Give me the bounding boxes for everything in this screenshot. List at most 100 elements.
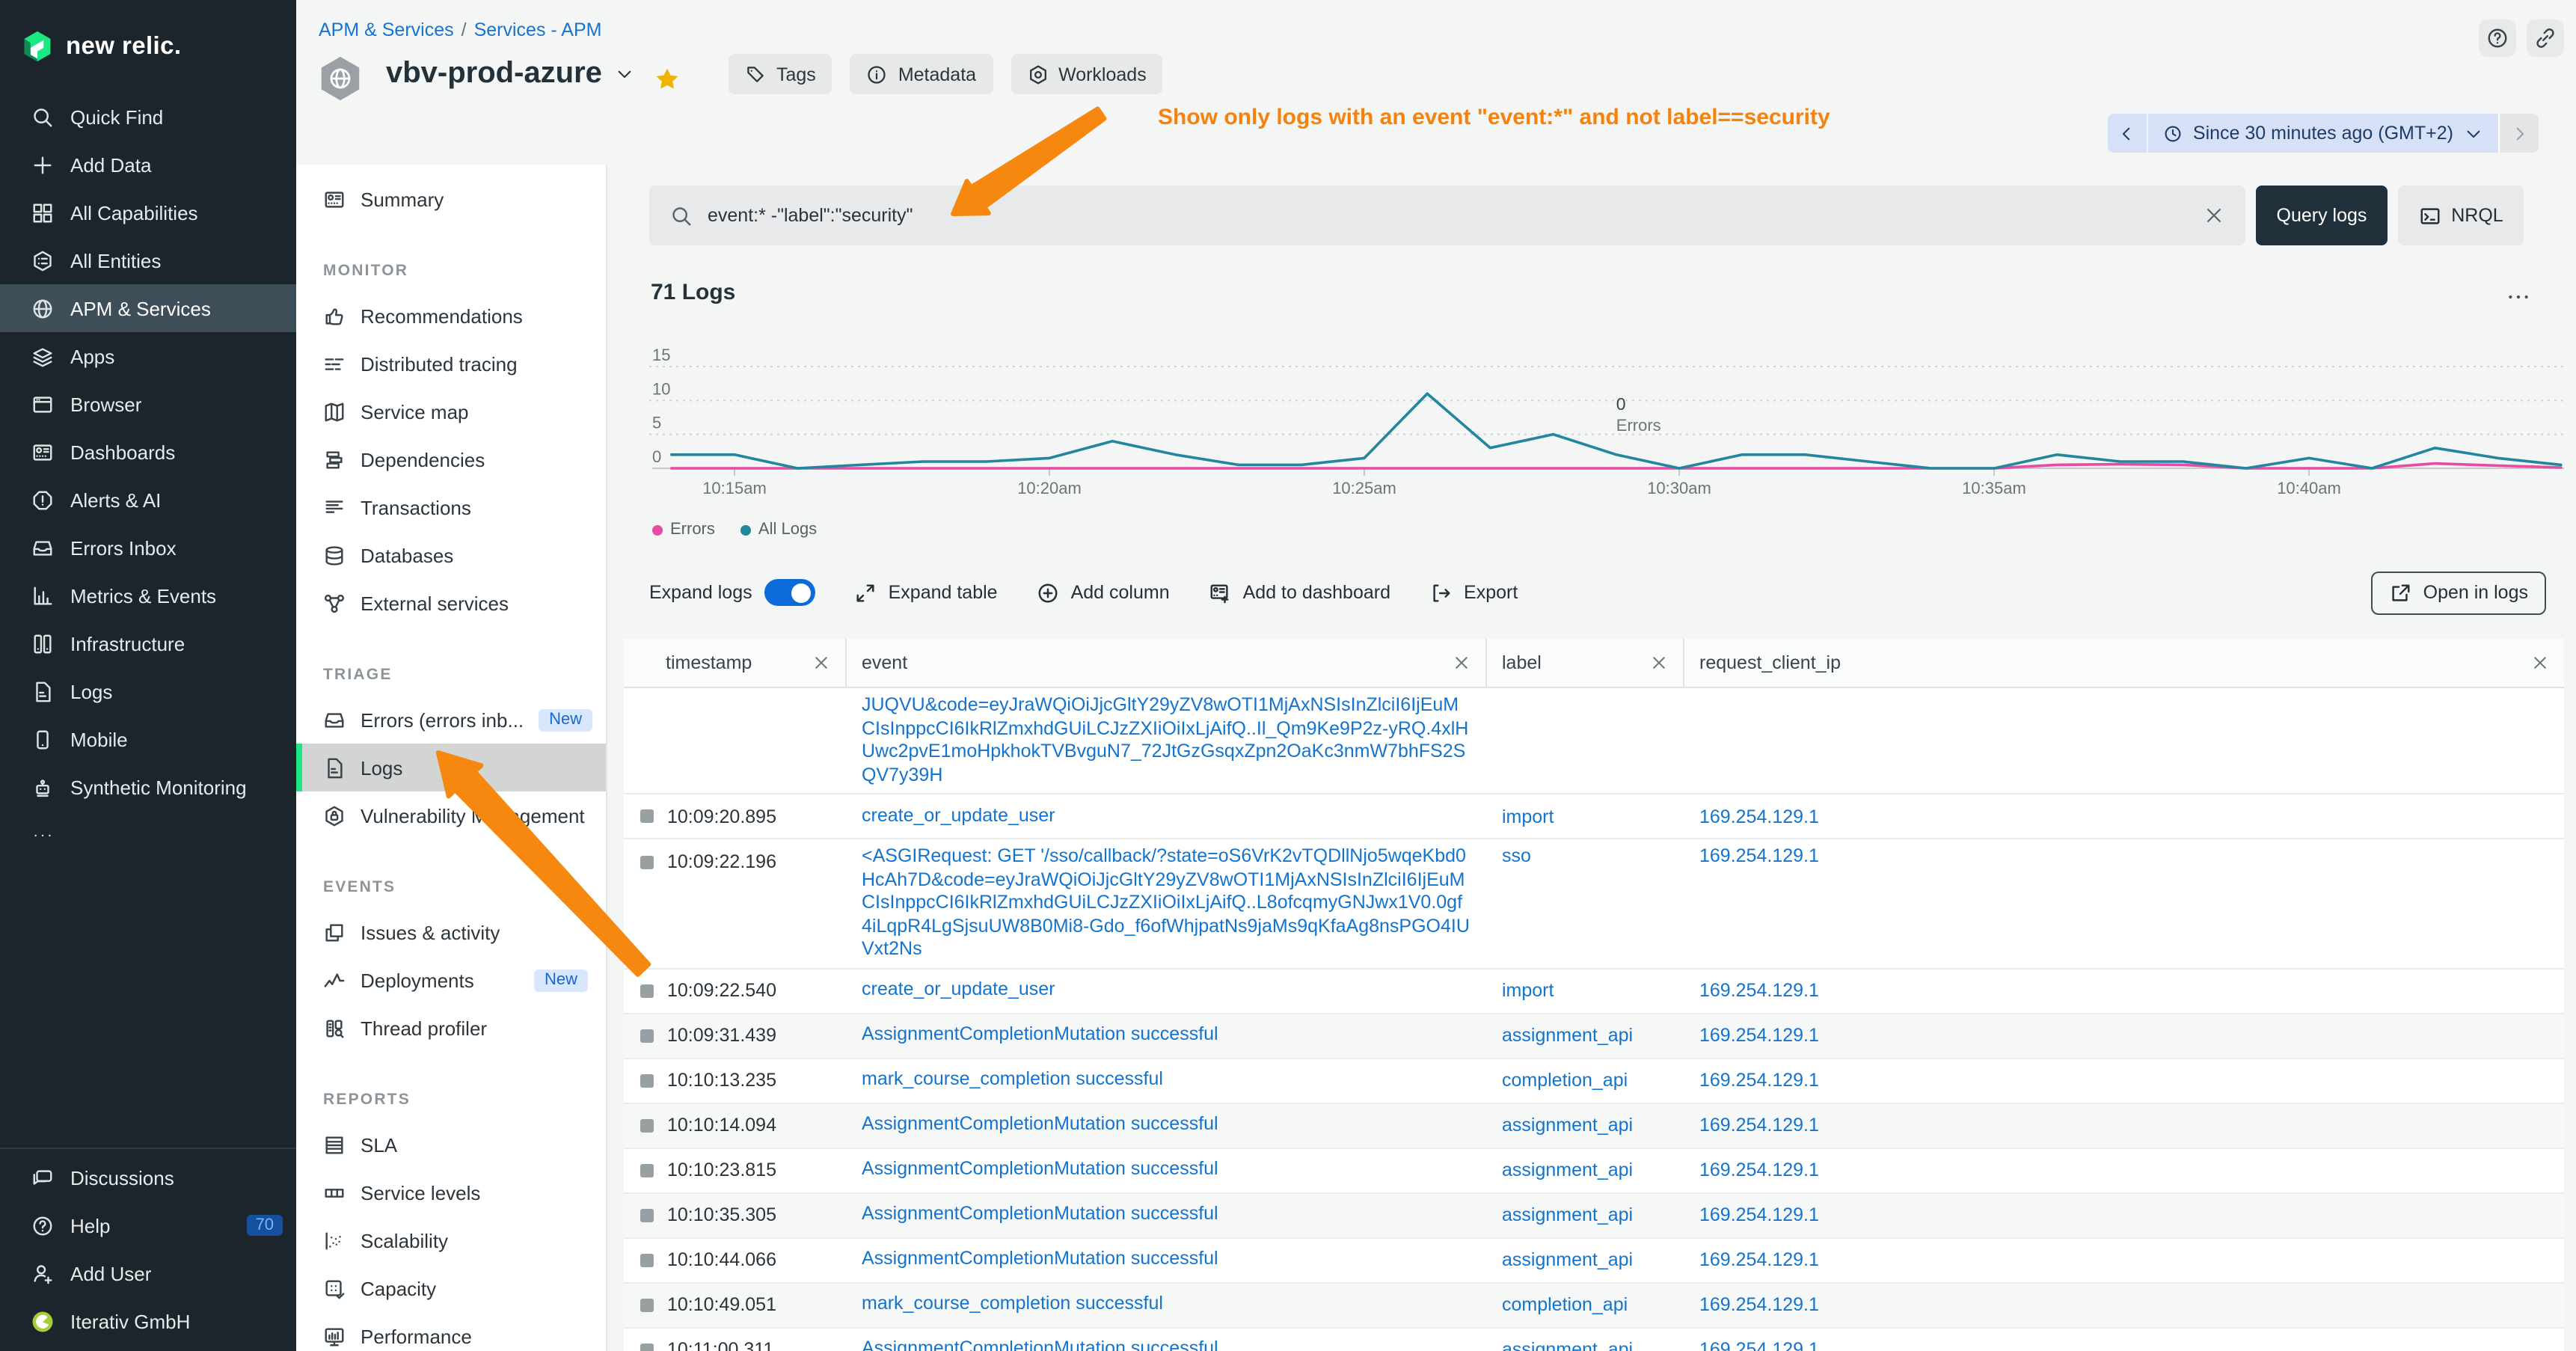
label-link[interactable]: import [1502, 980, 1554, 1001]
sidebar-item-logs[interactable]: Logs [0, 667, 296, 715]
subnav-item-sla[interactable]: SLA [296, 1121, 606, 1168]
time-range-button[interactable]: Since 30 minutes ago (GMT+2) [2148, 114, 2500, 153]
time-back-button[interactable] [2108, 114, 2148, 153]
ip-link[interactable]: 169.254.129.1 [1699, 1249, 1819, 1270]
label-link[interactable]: assignment_api [1502, 1159, 1633, 1180]
ip-link[interactable]: 169.254.129.1 [1699, 806, 1819, 827]
sidebar-item-all-entities[interactable]: All Entities [0, 236, 296, 284]
nrql-button[interactable]: NRQL [2398, 186, 2524, 245]
toggle-on-icon[interactable] [764, 579, 815, 606]
breadcrumb-apm-services[interactable]: APM & Services [319, 19, 454, 40]
label-link[interactable]: assignment_api [1502, 1025, 1633, 1046]
subnav-item-vulnerability-management[interactable]: Vulnerability Management [296, 791, 606, 839]
sidebar-item-apps[interactable]: Apps [0, 332, 296, 380]
event-link[interactable]: mark_course_completion successful [862, 1069, 1163, 1090]
subnav-item-dependencies[interactable]: Dependencies [296, 435, 606, 483]
entity-title[interactable]: vbv-prod-azure [386, 57, 635, 91]
label-link[interactable]: completion_api [1502, 1070, 1628, 1091]
ip-link[interactable]: 169.254.129.1 [1699, 1159, 1819, 1180]
event-link[interactable]: mark_course_completion successful [862, 1293, 1163, 1314]
subnav-item-summary[interactable]: Summary [296, 175, 606, 223]
sidebar-item-more[interactable] [0, 811, 296, 859]
sidebar-item-infrastructure[interactable]: Infrastructure [0, 619, 296, 667]
new-relic-logo[interactable]: new relic. [0, 0, 296, 93]
sidebar-item-help[interactable]: Help70 [0, 1201, 296, 1249]
subnav-item-recommendations[interactable]: Recommendations [296, 292, 606, 340]
subnav-item-service-map[interactable]: Service map [296, 387, 606, 435]
remove-column-icon[interactable] [812, 654, 830, 672]
subnav-item-service-levels[interactable]: Service levels [296, 1168, 606, 1216]
sidebar-item-alerts-ai[interactable]: Alerts & AI [0, 476, 296, 524]
open-in-logs-button[interactable]: Open in logs [2371, 571, 2546, 614]
subnav-item-scalability[interactable]: Scalability [296, 1216, 606, 1264]
subnav-item-capacity[interactable]: Capacity [296, 1264, 606, 1312]
sidebar-item-synthetic-monitoring[interactable]: Synthetic Monitoring [0, 763, 296, 811]
sidebar-item-discussions[interactable]: Discussions [0, 1154, 296, 1201]
event-link[interactable]: AssignmentCompletionMutation successful [862, 1338, 1218, 1351]
sidebar-item-add-data[interactable]: Add Data [0, 141, 296, 189]
log-row[interactable]: 10:10:35.305AssignmentCompletionMutation… [624, 1193, 2564, 1238]
workloads-button[interactable]: Workloads [1011, 54, 1163, 94]
subnav-item-external-services[interactable]: External services [296, 579, 606, 627]
sidebar-item-iterativ-gmbh[interactable]: Iterativ GmbH [0, 1297, 296, 1345]
label-link[interactable]: import [1502, 806, 1554, 827]
label-link[interactable]: assignment_api [1502, 1249, 1633, 1270]
log-row[interactable]: 10:10:13.235mark_course_completion succe… [624, 1059, 2564, 1103]
event-link[interactable]: create_or_update_user [862, 979, 1055, 1000]
log-row[interactable]: JUQVU&code=eyJraWQiOiJjcGltY29yZV8wOTI1M… [624, 688, 2564, 794]
ip-link[interactable]: 169.254.129.1 [1699, 980, 1819, 1001]
sidebar-item-errors-inbox[interactable]: Errors Inbox [0, 524, 296, 572]
time-forward-button[interactable] [2500, 114, 2539, 153]
subnav-item-distributed-tracing[interactable]: Distributed tracing [296, 340, 606, 387]
label-link[interactable]: assignment_api [1502, 1204, 1633, 1225]
expand-logs-toggle[interactable]: Expand logs [649, 579, 815, 606]
event-link[interactable]: create_or_update_user [862, 805, 1055, 826]
event-link[interactable]: AssignmentCompletionMutation successful [862, 1204, 1218, 1225]
log-row[interactable]: 10:10:14.094AssignmentCompletionMutation… [624, 1103, 2564, 1148]
log-row[interactable]: 10:09:22.196<ASGIRequest: GET '/sso/call… [624, 839, 2564, 969]
sidebar-item-apm-services[interactable]: APM & Services [0, 284, 296, 332]
event-link[interactable]: JUQVU&code=eyJraWQiOiJjcGltY29yZV8wOTI1M… [862, 694, 1468, 785]
tags-button[interactable]: Tags [729, 54, 832, 94]
subnav-item-errors-errors-inb[interactable]: Errors (errors inb...New [296, 696, 606, 744]
remove-column-icon[interactable] [2531, 654, 2549, 672]
log-row[interactable]: 10:10:44.066AssignmentCompletionMutation… [624, 1238, 2564, 1283]
ip-link[interactable]: 169.254.129.1 [1699, 1294, 1819, 1315]
sidebar-item-dashboards[interactable]: Dashboards [0, 428, 296, 476]
subnav-item-issues-activity[interactable]: Issues & activity [296, 908, 606, 956]
clear-query-icon[interactable] [2204, 205, 2224, 226]
ip-link[interactable]: 169.254.129.1 [1699, 1025, 1819, 1046]
log-row[interactable]: 10:10:49.051mark_course_completion succe… [624, 1283, 2564, 1328]
help-button[interactable] [2479, 19, 2516, 57]
subnav-item-deployments[interactable]: DeploymentsNew [296, 956, 606, 1004]
legend-item-all-logs[interactable]: All Logs [740, 521, 817, 539]
label-link[interactable]: assignment_api [1502, 1339, 1633, 1351]
label-link[interactable]: assignment_api [1502, 1115, 1633, 1136]
event-link[interactable]: AssignmentCompletionMutation successful [862, 1024, 1218, 1045]
event-link[interactable]: AssignmentCompletionMutation successful [862, 1159, 1218, 1180]
sidebar-item-quick-find[interactable]: Quick Find [0, 93, 296, 141]
log-search-input[interactable]: event:* -"label":"security" [649, 186, 2245, 245]
label-link[interactable]: completion_api [1502, 1294, 1628, 1315]
sidebar-item-mobile[interactable]: Mobile [0, 715, 296, 763]
add-column-button[interactable]: Add column [1037, 581, 1170, 604]
favorite-star-icon[interactable] [654, 66, 681, 93]
remove-column-icon[interactable] [1650, 654, 1668, 672]
label-link[interactable]: sso [1502, 845, 1531, 866]
ip-link[interactable]: 169.254.129.1 [1699, 1204, 1819, 1225]
subnav-item-logs[interactable]: Logs [296, 744, 606, 791]
log-row[interactable]: 10:09:22.540create_or_update_userimport1… [624, 969, 2564, 1014]
sidebar-item-all-capabilities[interactable]: All Capabilities [0, 189, 296, 236]
export-button[interactable]: Export [1429, 581, 1518, 604]
more-options-icon[interactable] [2506, 284, 2531, 310]
ip-link[interactable]: 169.254.129.1 [1699, 1339, 1819, 1351]
ip-link[interactable]: 169.254.129.1 [1699, 1070, 1819, 1091]
ip-link[interactable]: 169.254.129.1 [1699, 1115, 1819, 1136]
query-logs-button[interactable]: Query logs [2256, 186, 2388, 245]
subnav-item-performance[interactable]: Performance [296, 1312, 606, 1351]
sidebar-item-browser[interactable]: Browser [0, 380, 296, 428]
sidebar-item-add-user[interactable]: Add User [0, 1249, 296, 1297]
subnav-item-thread-profiler[interactable]: Thread profiler [296, 1004, 606, 1052]
metadata-button[interactable]: Metadata [850, 54, 993, 94]
event-link[interactable]: <ASGIRequest: GET '/sso/callback/?state=… [862, 845, 1470, 959]
